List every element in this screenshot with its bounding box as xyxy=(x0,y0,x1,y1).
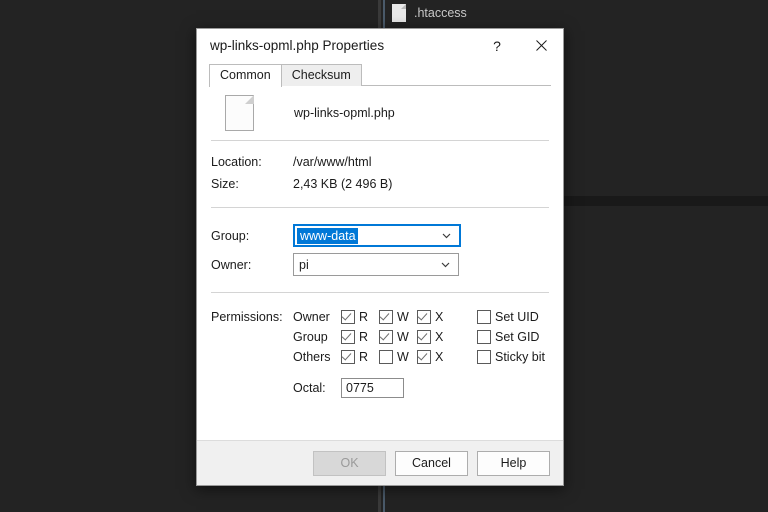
owner-label: Owner: xyxy=(211,257,252,272)
group-label: Group: xyxy=(211,228,250,243)
list-item-label: .htaccess xyxy=(414,6,467,20)
ok-button[interactable]: OK xyxy=(313,450,386,476)
permissions-label: Permissions: xyxy=(211,310,283,324)
row-who-label: Owner xyxy=(293,310,330,324)
others-read-checkbox[interactable]: R xyxy=(341,350,379,364)
checkbox-label: Sticky bit xyxy=(495,350,546,364)
permissions-row-owner: Owner R W X Set UID xyxy=(293,307,549,327)
checkbox-box xyxy=(417,350,431,364)
owner-write-checkbox[interactable]: W xyxy=(379,310,417,324)
octal-label: Octal: xyxy=(293,381,326,395)
dialog-content: wp-links-opml.php Location: /var/www/htm… xyxy=(197,86,563,440)
close-icon xyxy=(535,40,547,51)
question-mark-icon: ? xyxy=(493,37,501,54)
octal-input[interactable] xyxy=(341,378,404,398)
chevron-down-icon xyxy=(442,233,451,239)
file-icon xyxy=(392,4,406,22)
cancel-button[interactable]: Cancel xyxy=(395,450,468,476)
field-row-group: Group: www-data xyxy=(211,221,549,250)
checkbox-box xyxy=(341,350,355,364)
size-label: Size: xyxy=(211,177,239,191)
checkbox-label: W xyxy=(397,310,409,324)
row-who-label: Others xyxy=(293,350,331,364)
location-label: Location: xyxy=(211,155,262,169)
close-button[interactable] xyxy=(519,29,563,62)
file-header: wp-links-opml.php xyxy=(211,86,549,140)
checkbox-label: W xyxy=(397,330,409,344)
checkbox-label: W xyxy=(397,350,409,364)
set-uid-checkbox[interactable]: Set UID xyxy=(477,310,539,324)
group-read-checkbox[interactable]: R xyxy=(341,330,379,344)
help-icon-button[interactable]: ? xyxy=(475,29,519,62)
checkbox-box xyxy=(417,310,431,324)
checkbox-label: R xyxy=(359,310,369,324)
dialog-title: wp-links-opml.php Properties xyxy=(210,38,385,53)
owner-value: pi xyxy=(299,257,309,272)
permissions-row-group: Group R W X Set GID xyxy=(293,327,549,347)
file-info-block: Location: /var/www/html Size: 2,43 KB (2… xyxy=(211,141,549,207)
permissions-grid: Owner R W X Set UID Group R W X Set GID … xyxy=(293,307,549,403)
owner-read-checkbox[interactable]: R xyxy=(341,310,379,324)
checkbox-label: R xyxy=(359,350,369,364)
octal-row: Octal: xyxy=(293,373,549,403)
checkbox-box xyxy=(417,330,431,344)
size-value: 2,43 KB (2 496 B) xyxy=(293,177,393,191)
properties-dialog: wp-links-opml.php Properties ? Common Ch… xyxy=(196,28,564,486)
checkbox-box xyxy=(379,350,393,364)
checkbox-box xyxy=(379,310,393,324)
info-row-size: Size: 2,43 KB (2 496 B) xyxy=(211,173,549,195)
checkbox-box xyxy=(341,330,355,344)
dialog-footer: OK Cancel Help xyxy=(197,440,563,485)
group-combobox[interactable]: www-data xyxy=(293,224,461,247)
list-item[interactable]: .htaccess xyxy=(388,0,568,26)
checkbox-label: Set GID xyxy=(495,330,540,344)
tab-bar: Common Checksum xyxy=(197,62,563,87)
info-row-location: Location: /var/www/html xyxy=(211,151,549,173)
tab-common[interactable]: Common xyxy=(209,64,282,87)
checkbox-label: X xyxy=(435,350,444,364)
checkbox-box xyxy=(477,330,491,344)
checkbox-box xyxy=(341,310,355,324)
ownership-block: Group: www-data Owner: pi xyxy=(211,208,549,292)
others-execute-checkbox[interactable]: X xyxy=(417,350,455,364)
permissions-block: Permissions: Owner R W X Set UID Group R… xyxy=(211,293,549,403)
owner-execute-checkbox[interactable]: X xyxy=(417,310,455,324)
dialog-titlebar[interactable]: wp-links-opml.php Properties ? xyxy=(197,29,563,62)
document-icon xyxy=(225,95,254,131)
location-value: /var/www/html xyxy=(293,155,372,169)
group-value: www-data xyxy=(297,227,358,244)
checkbox-label: X xyxy=(435,330,444,344)
owner-combobox[interactable]: pi xyxy=(293,253,459,276)
help-button[interactable]: Help xyxy=(477,450,550,476)
checkbox-label: R xyxy=(359,330,369,344)
row-who-label: Group xyxy=(293,330,328,344)
checkbox-label: X xyxy=(435,310,444,324)
permissions-row-others: Others R W X Sticky bit xyxy=(293,347,549,367)
field-row-owner: Owner: pi xyxy=(211,250,549,279)
checkbox-label: Set UID xyxy=(495,310,539,324)
checkbox-box xyxy=(477,350,491,364)
checkbox-box xyxy=(379,330,393,344)
group-write-checkbox[interactable]: W xyxy=(379,330,417,344)
group-execute-checkbox[interactable]: X xyxy=(417,330,455,344)
checkbox-box xyxy=(477,310,491,324)
file-name-label: wp-links-opml.php xyxy=(294,106,395,120)
tab-checksum[interactable]: Checksum xyxy=(280,64,362,86)
set-gid-checkbox[interactable]: Set GID xyxy=(477,330,539,344)
others-write-checkbox[interactable]: W xyxy=(379,350,417,364)
chevron-down-icon xyxy=(441,262,450,268)
sticky-bit-checkbox[interactable]: Sticky bit xyxy=(477,350,545,364)
